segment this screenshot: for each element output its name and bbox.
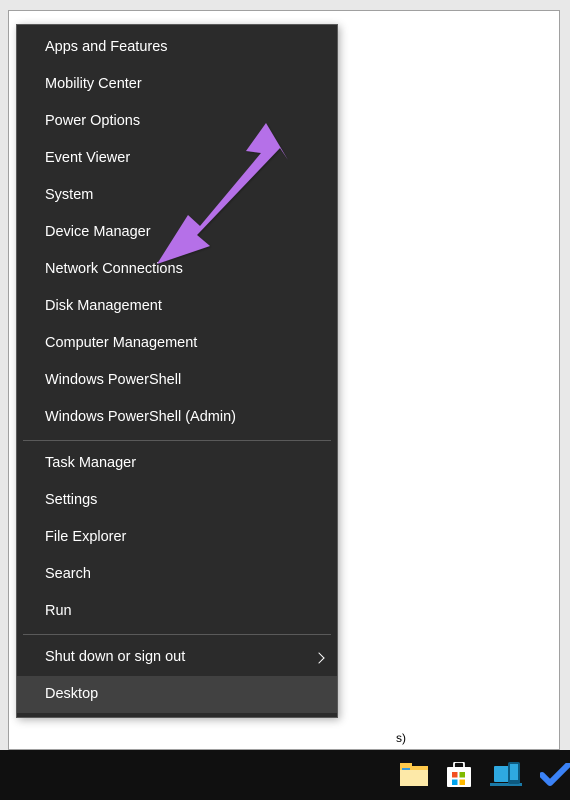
menu-item-search[interactable]: Search (17, 556, 337, 593)
menu-separator (23, 440, 331, 441)
microsoft-store-icon[interactable] (446, 759, 472, 791)
todo-icon[interactable] (540, 759, 570, 791)
taskbar (0, 750, 570, 800)
menu-separator (23, 634, 331, 635)
menu-item-windows-powershell[interactable]: Windows PowerShell (17, 362, 337, 399)
menu-item-windows-powershell-admin-[interactable]: Windows PowerShell (Admin) (17, 399, 337, 436)
menu-item-file-explorer[interactable]: File Explorer (17, 519, 337, 556)
menu-item-run[interactable]: Run (17, 593, 337, 630)
menu-item-apps-and-features[interactable]: Apps and Features (17, 29, 337, 66)
your-phone-icon[interactable] (490, 759, 522, 791)
arrow-annotation (148, 115, 288, 275)
menu-item-disk-management[interactable]: Disk Management (17, 288, 337, 325)
file-explorer-icon[interactable] (400, 759, 428, 791)
menu-item-desktop[interactable]: Desktop (17, 676, 337, 713)
menu-item-mobility-center[interactable]: Mobility Center (17, 66, 337, 103)
menu-item-task-manager[interactable]: Task Manager (17, 445, 337, 482)
menu-item-settings[interactable]: Settings (17, 482, 337, 519)
menu-item-shut-down-or-sign-out[interactable]: Shut down or sign out (17, 639, 337, 676)
menu-item-computer-management[interactable]: Computer Management (17, 325, 337, 362)
